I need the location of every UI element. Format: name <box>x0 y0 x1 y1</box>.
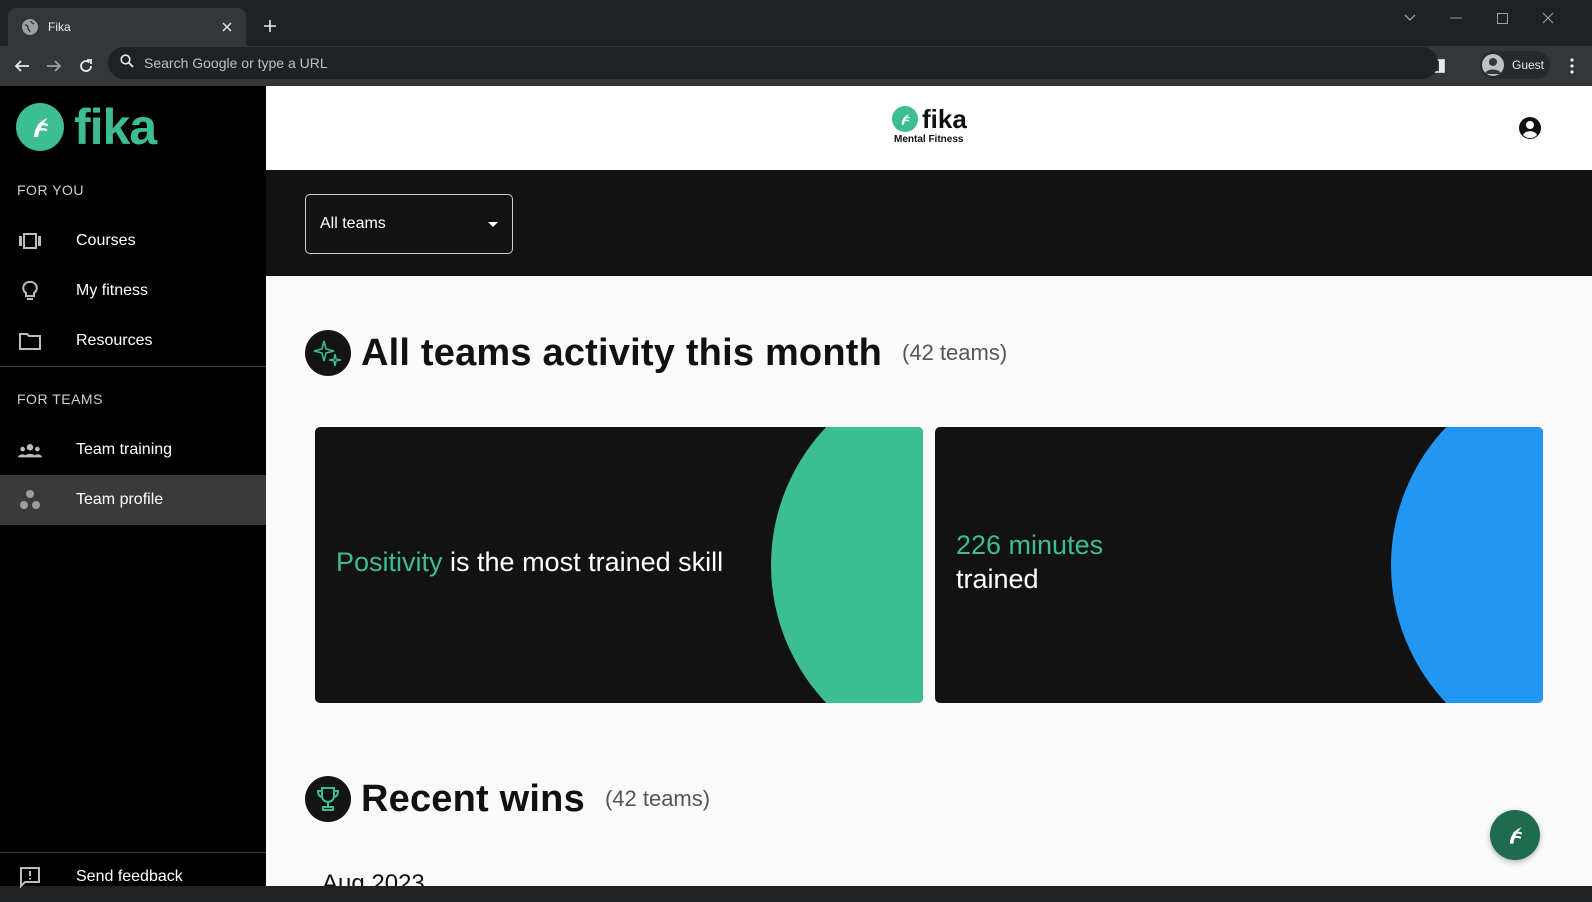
profile-button[interactable]: Guest <box>1480 51 1550 79</box>
bulb-icon <box>18 279 42 303</box>
brand-wordmark: fika <box>74 99 157 155</box>
sidebar-item-label: My fitness <box>76 282 149 299</box>
back-arrow-icon[interactable] <box>8 54 36 78</box>
send-feedback-label: Send feedback <box>76 868 183 885</box>
top-header: fika Mental Fitness <box>266 86 1592 170</box>
main-content: fika Mental Fitness All teams All teams … <box>266 86 1592 886</box>
header-tagline: Mental Fitness <box>894 134 964 145</box>
folder-icon <box>18 329 42 353</box>
wins-heading: Recent wins <box>361 777 585 820</box>
sidebar-item-label: Resources <box>76 332 153 349</box>
minimize-icon[interactable] <box>1442 6 1470 30</box>
feedback-icon <box>18 865 42 889</box>
app-viewport: fika FOR YOU Courses My fitness Resource… <box>0 86 1592 888</box>
search-icon <box>120 53 134 73</box>
globe-icon <box>22 19 38 35</box>
tab-search-icon[interactable] <box>1396 6 1424 30</box>
minutes-highlight: 226 minutes <box>956 530 1104 560</box>
trophy-icon <box>305 776 351 822</box>
team-select-value: All teams <box>320 215 386 232</box>
reload-icon[interactable] <box>72 54 100 78</box>
caret-down-icon <box>488 221 498 227</box>
courses-icon <box>18 229 42 253</box>
sparkle-icon <box>305 330 351 376</box>
activity-team-count: (42 teams) <box>902 340 1008 365</box>
skill-card-text: Positivity is the most trained skill <box>336 545 723 579</box>
sidebar-divider <box>0 366 266 367</box>
avatar-icon <box>1482 54 1504 76</box>
fika-logo-icon <box>16 103 64 151</box>
minutes-trained-card: 226 minutes trained <box>935 427 1543 703</box>
card-decoration <box>771 427 923 703</box>
address-bar[interactable]: Search Google or type a URL <box>108 47 1438 79</box>
for-teams-label: FOR TEAMS <box>17 391 103 407</box>
most-trained-skill-card: Positivity is the most trained skill <box>315 427 923 703</box>
browser-tab[interactable]: Fika <box>8 8 246 46</box>
skill-highlight: Positivity <box>336 547 443 577</box>
minutes-rest: trained <box>956 564 1039 594</box>
new-tab-button[interactable] <box>258 14 282 38</box>
team-select[interactable]: All teams <box>305 194 513 254</box>
header-logo[interactable]: fika Mental Fitness <box>892 106 967 145</box>
header-wordmark: fika <box>922 104 967 134</box>
skill-rest: is the most trained skill <box>442 547 724 577</box>
card-decoration <box>1391 427 1543 703</box>
sidebar-item-my-fitness[interactable]: My fitness <box>0 266 266 316</box>
maximize-icon[interactable] <box>1488 6 1516 30</box>
sidebar-item-resources[interactable]: Resources <box>0 316 266 366</box>
sidebar-logo[interactable]: fika <box>16 99 157 155</box>
minutes-card-text: 226 minutes trained <box>956 528 1103 596</box>
sidebar-item-label: Team training <box>76 441 173 458</box>
sidebar-item-label: Courses <box>76 232 136 249</box>
wins-team-count: (42 teams) <box>604 786 711 811</box>
more-menu-icon[interactable] <box>1558 54 1586 78</box>
tab-title: Fika <box>48 20 71 34</box>
wins-section-title: Recent wins (42 teams) <box>305 776 710 822</box>
sidebar-item-team-profile[interactable]: Team profile <box>0 475 266 525</box>
fika-logo-icon <box>892 106 918 132</box>
sidebar-item-team-training[interactable]: Team training <box>0 425 266 475</box>
browser-tabstrip: Fika <box>0 0 1592 46</box>
account-icon[interactable] <box>1518 116 1542 140</box>
close-tab-icon[interactable] <box>218 18 236 36</box>
for-you-label: FOR YOU <box>17 182 85 198</box>
sidebar-item-courses[interactable]: Courses <box>0 216 266 266</box>
activity-section-title: All teams activity this month (42 teams) <box>305 330 1007 376</box>
forward-arrow-icon[interactable] <box>40 54 68 78</box>
close-window-icon[interactable] <box>1534 6 1562 30</box>
profile-label: Guest <box>1512 58 1545 72</box>
sidebar-item-label: Team profile <box>76 491 164 508</box>
group-icon <box>18 438 42 462</box>
sidebar: fika FOR YOU Courses My fitness Resource… <box>0 86 266 888</box>
send-feedback-button[interactable]: Send feedback <box>0 852 266 902</box>
wins-month-label: Aug 2023 <box>322 870 425 886</box>
address-bar-placeholder: Search Google or type a URL <box>144 55 328 71</box>
bubble-icon <box>18 488 42 512</box>
activity-heading: All teams activity this month <box>361 331 883 374</box>
fika-help-button[interactable] <box>1490 810 1540 860</box>
